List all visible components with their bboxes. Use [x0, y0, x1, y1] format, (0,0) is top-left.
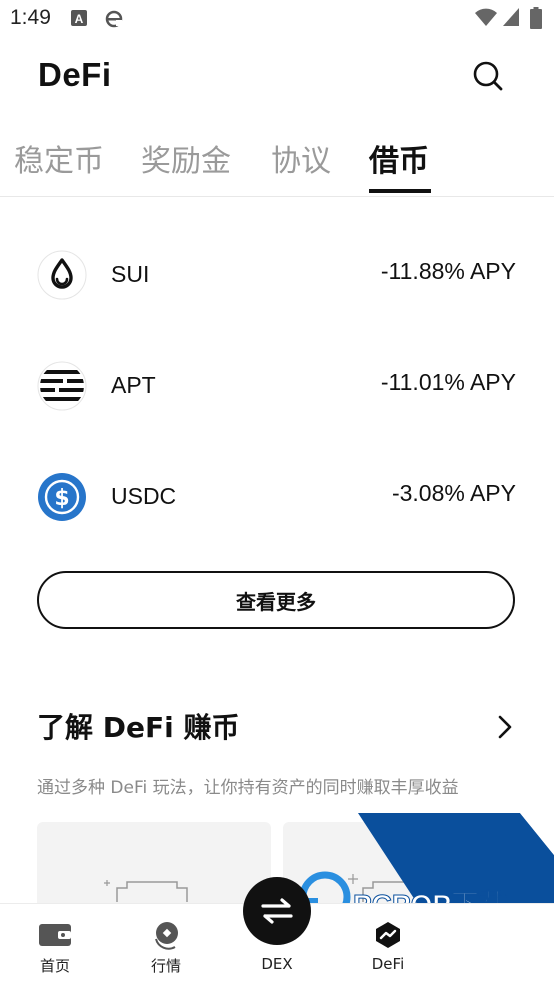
aptos-logo-icon	[37, 361, 87, 411]
usdc-logo-icon: $	[37, 472, 87, 522]
sui-logo-icon	[37, 250, 87, 300]
nav-label: DEX	[261, 955, 293, 973]
active-tab-indicator	[369, 189, 431, 193]
learn-section-subtitle: 通过多种 DeFi 玩法，让你持有资产的同时赚取丰厚收益	[37, 778, 459, 798]
asset-apy: -11.01% APY	[380, 369, 516, 395]
tab-borrow[interactable]: 借币	[369, 136, 429, 180]
asset-name: APT	[111, 372, 156, 398]
asset-row[interactable]: APT -11.01% APY	[0, 335, 554, 435]
tab-protocol[interactable]: 协议	[271, 136, 331, 180]
nav-label: 首页	[39, 957, 70, 975]
status-time: 1:49	[10, 6, 51, 29]
wallet-icon	[39, 924, 71, 946]
nav-item-market[interactable]: 行情	[126, 904, 206, 985]
tab-stablecoin[interactable]: 稳定币	[14, 136, 104, 180]
tab-rewards[interactable]: 奖励金	[141, 136, 231, 180]
wifi-icon	[474, 7, 498, 31]
battery-icon	[530, 7, 542, 33]
defi-icon	[376, 922, 400, 948]
svg-text:$: $	[54, 486, 69, 511]
dex-swap-button[interactable]	[243, 877, 311, 945]
chevron-right-icon[interactable]	[494, 714, 516, 740]
svg-text:A: A	[75, 12, 84, 26]
asset-name: SUI	[111, 261, 150, 287]
learn-section-title: 了解 DeFi 赚币	[37, 711, 240, 744]
asset-apy: -11.88% APY	[380, 258, 516, 284]
nav-label: 行情	[150, 957, 181, 975]
app-header: DeFi	[0, 38, 554, 118]
market-icon	[155, 922, 178, 950]
search-icon	[473, 61, 503, 91]
asset-row[interactable]: $ USDC -3.08% APY	[0, 446, 554, 546]
page-title: DeFi	[38, 56, 112, 93]
asset-row[interactable]: SUI -11.88% APY	[0, 224, 554, 324]
signal-icon	[502, 7, 520, 31]
notification-a-icon: A	[70, 9, 88, 31]
swap-icon	[261, 898, 293, 924]
nav-item-defi[interactable]: DeFi	[348, 904, 428, 985]
asset-name: USDC	[111, 483, 177, 509]
category-tabs: 稳定币 奖励金 协议 借币	[0, 128, 554, 197]
asset-apy: -3.08% APY	[391, 480, 516, 506]
status-bar: 1:49 A	[0, 0, 554, 38]
notification-e-icon	[104, 9, 124, 33]
search-button[interactable]	[468, 56, 508, 96]
nav-label: DeFi	[371, 955, 405, 973]
nav-item-home[interactable]: 首页	[15, 904, 95, 985]
view-more-button[interactable]: 查看更多	[37, 571, 515, 629]
